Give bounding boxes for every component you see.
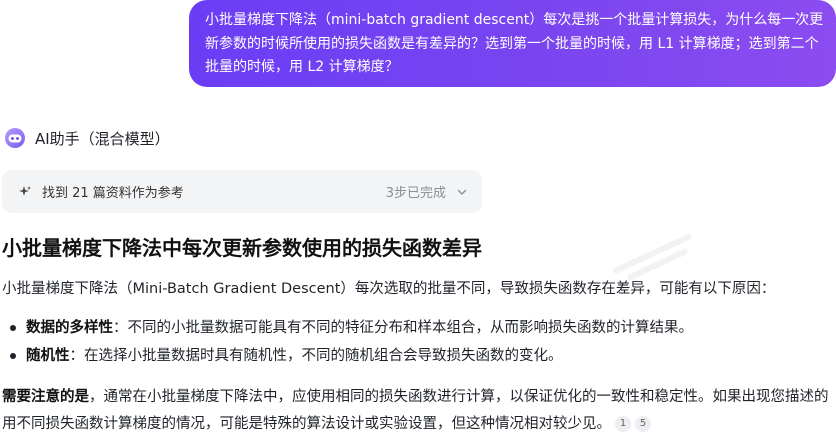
- citation-badge[interactable]: 5: [635, 415, 651, 432]
- answer-intro: 小批量梯度下降法（Mini-Batch Gradient Descent）每次选…: [2, 281, 776, 297]
- note-text: ，通常在小批量梯度下降法中，应使用相同的损失函数进行计算，以保证优化的一致性和稳…: [2, 389, 829, 432]
- answer-bullet-list: 数据的多样性：不同的小批量数据可能具有不同的特征分布和样本组合，从而影响损失函数…: [8, 314, 693, 370]
- list-item: 随机性：在选择小批量数据时具有随机性，不同的随机组合会导致损失函数的变化。: [8, 342, 693, 370]
- list-item: 数据的多样性：不同的小批量数据可能具有不同的特征分布和样本组合，从而影响损失函数…: [8, 314, 693, 342]
- user-message-text: 小批量梯度下降法（mini-batch gradient descent）每次是…: [205, 12, 824, 75]
- references-count-text: 找到 21 篇资料作为参考: [42, 186, 184, 201]
- citation-badge[interactable]: 1: [615, 415, 631, 432]
- bullet-text: ：在选择小批量数据时具有随机性，不同的随机组合会导致损失函数的变化。: [69, 348, 563, 364]
- bot-avatar-icon: [5, 128, 25, 148]
- chat-page: 小批量梯度下降法（mini-batch gradient descent）每次是…: [0, 0, 836, 436]
- user-message-bubble: 小批量梯度下降法（mini-batch gradient descent）每次是…: [189, 0, 836, 87]
- answer-note: 需要注意的是，通常在小批量梯度下降法中，应使用相同的损失函数进行计算，以保证优化…: [2, 384, 834, 436]
- steps-status: 3步已完成: [385, 186, 446, 201]
- bullet-term: 随机性: [26, 348, 70, 364]
- bullet-text: ：不同的小批量数据可能具有不同的特征分布和样本组合，从而影响损失函数的计算结果。: [113, 320, 693, 336]
- answer-title: 小批量梯度下降法中每次更新参数使用的损失函数差异: [2, 236, 482, 260]
- chevron-down-icon[interactable]: [456, 186, 468, 198]
- bullet-term: 数据的多样性: [26, 320, 113, 336]
- assistant-header: AI助手（混合模型）: [4, 124, 170, 152]
- sparkle-icon: [19, 185, 31, 196]
- references-panel[interactable]: 找到 21 篇资料作为参考 3步已完成: [2, 170, 482, 213]
- assistant-name: AI助手（混合模型）: [35, 129, 170, 148]
- note-term: 需要注意的是: [2, 389, 89, 405]
